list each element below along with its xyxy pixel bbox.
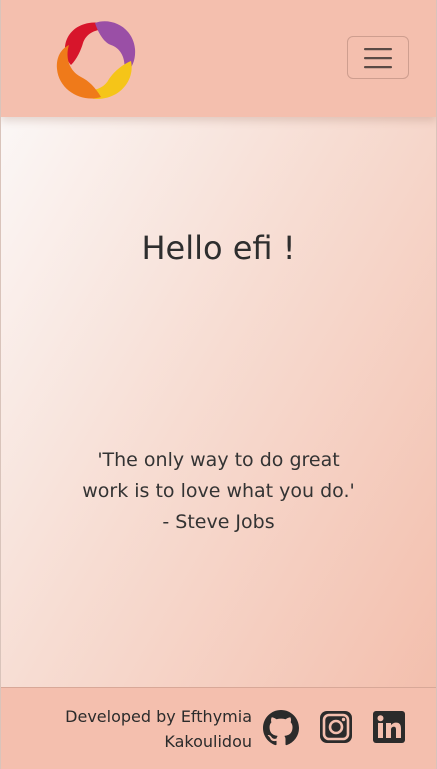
linkedin-icon [373,711,405,743]
swirl-logo-icon [56,21,136,99]
github-link[interactable] [263,710,299,746]
credit-line: Developed by Efthymia [65,707,252,726]
credit-line: Kakoulidou [164,732,252,751]
navbar-toggle-button[interactable] [347,36,409,79]
instagram-icon [320,711,352,743]
page: Hello efi ! 'The only way to do great wo… [0,0,437,769]
developer-credit: Developed by Efthymia Kakoulidou [65,704,252,754]
linkedin-link[interactable] [372,710,408,746]
hamburger-menu-icon [364,47,392,68]
main-content: Hello efi ! 'The only way to do great wo… [1,117,436,687]
quote-line: work is to love what you do.' [82,480,355,502]
brand-logo[interactable] [51,17,141,103]
quote: 'The only way to do great work is to lov… [61,445,376,538]
greeting-heading: Hello efi ! [141,229,296,267]
github-icon [263,710,299,746]
quote-line: 'The only way to do great [97,449,340,471]
quote-author: - Steve Jobs [162,511,275,533]
footer: Developed by Efthymia Kakoulidou [1,687,436,769]
navbar [1,0,436,117]
instagram-link[interactable] [319,710,355,746]
